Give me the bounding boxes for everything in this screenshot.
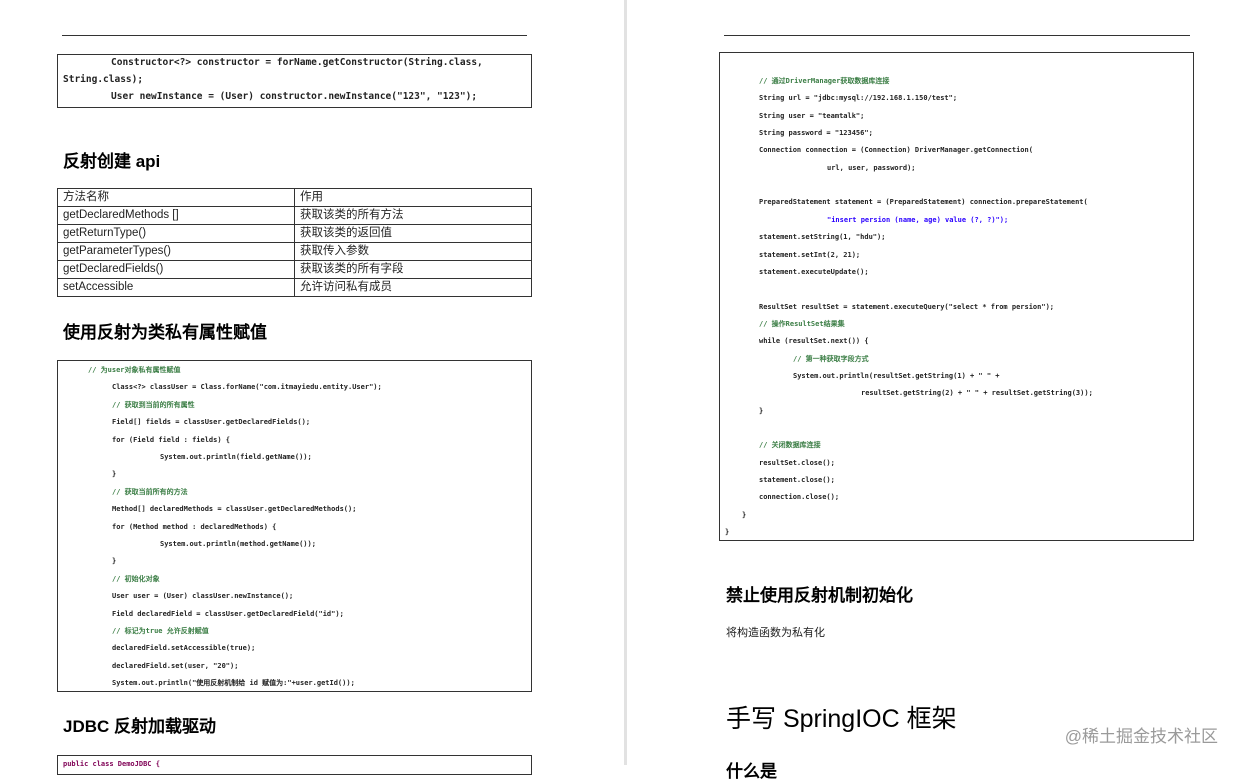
table-cell: 获取该类的所有方法	[294, 206, 532, 225]
code-comment: // 为user对象私有属性赋值	[88, 366, 181, 374]
code-comment: // 获取到当前的所有属性	[112, 400, 195, 409]
code-line: User newInstance = (User) constructor.ne…	[111, 91, 478, 102]
code-line: Connection connection = (Connection) Dri…	[759, 146, 1033, 155]
code-line: statement.setString(1, "hdu");	[759, 233, 886, 242]
code-comment: // 第一种获取字段方式	[793, 354, 869, 363]
watermark: @稀土掘金技术社区	[1064, 727, 1218, 746]
code-line: User user = (User) classUser.newInstance…	[112, 592, 294, 601]
heading-forbid-reflection: 禁止使用反射机制初始化	[726, 586, 913, 605]
code-line: String.class);	[63, 74, 144, 85]
header-rule	[62, 35, 527, 36]
table-cell: setAccessible	[57, 278, 295, 297]
table-header-row: 方法名称 作用	[57, 188, 532, 207]
code-block-constructor: Constructor<?> constructor = forName.get…	[57, 54, 532, 108]
code-line: }	[112, 557, 117, 566]
table-row: getDeclaredMethods [] 获取该类的所有方法	[57, 206, 532, 225]
code-line: Field declaredField = classUser.getDecla…	[112, 609, 344, 618]
table-cell: 获取该类的返回值	[294, 224, 532, 243]
left-page: Constructor<?> constructor = forName.get…	[0, 0, 624, 775]
code-line: "insert persion (name, age) value (?, ?)…	[827, 215, 1009, 224]
heading-what-is: 什么是	[726, 762, 777, 781]
code-line: System.out.println(resultSet.getString(1…	[793, 371, 1000, 380]
code-line: ResultSet resultSet = statement.executeQ…	[759, 302, 1055, 311]
code-line: System.out.println(method.getName());	[160, 540, 316, 548]
table-row: setAccessible 允许访问私有成员	[57, 278, 532, 297]
code-comment: // 初始化对象	[112, 574, 160, 583]
code-line: public class DemoJDBC {	[63, 760, 160, 768]
table-cell: getDeclaredFields()	[57, 260, 295, 279]
code-block-jdbc: public class DemoJDBC {	[57, 755, 532, 775]
code-block-jdbc-continued: // 通过DriverManager获取数据库连接 String url = "j…	[719, 52, 1194, 541]
table-row: getDeclaredFields() 获取该类的所有字段	[57, 260, 532, 279]
forbid-text: 将构造函数为私有化	[726, 627, 825, 639]
api-table: 方法名称 作用 getDeclaredMethods [] 获取该类的所有方法 getR…	[57, 188, 532, 297]
code-comment: // 获取当前所有的方法	[112, 487, 188, 496]
code-line: statement.executeUpdate();	[759, 267, 869, 276]
heading-spring-ioc: 手写 SpringIOC 框架	[726, 705, 957, 733]
code-line: }	[725, 528, 730, 537]
code-line: statement.setInt(2, 21);	[759, 250, 861, 259]
code-comment: // 通过DriverManager获取数据库连接	[759, 77, 890, 85]
code-line: url, user, password);	[827, 163, 916, 172]
code-line: statement.close();	[759, 476, 835, 485]
code-comment: // 操作ResultSet结果集	[759, 319, 845, 328]
code-comment: // 关闭数据库连接	[759, 441, 821, 450]
table-cell: 获取传入参数	[294, 242, 532, 261]
code-line: String url = "jdbc:mysql://192.168.1.150…	[759, 94, 958, 103]
code-line: declaredField.set(user, "20");	[112, 661, 239, 670]
code-line: Method[] declaredMethods = classUser.get…	[112, 505, 357, 514]
code-line: resultSet.getString(2) + " " + resultSet…	[861, 389, 1093, 398]
code-line: Class<?> classUser = Class.forName("com.…	[112, 383, 382, 392]
code-line: for (Field field : fields) {	[112, 435, 231, 444]
heading-reflection-api: 反射创建 api	[63, 152, 161, 171]
table-row: getReturnType() 获取该类的返回值	[57, 224, 532, 243]
table-cell: getParameterTypes()	[57, 242, 295, 261]
code-line: declaredField.setAccessible(true);	[112, 644, 256, 653]
code-line: Field[] fields = classUser.getDeclaredFi…	[112, 418, 311, 427]
code-line: for (Method method : declaredMethods) {	[112, 522, 277, 531]
table-row: getParameterTypes() 获取传入参数	[57, 242, 532, 261]
code-line: String password = "123456";	[759, 129, 873, 138]
code-line: resultSet.close();	[759, 458, 835, 467]
table-cell: getDeclaredMethods []	[57, 206, 295, 225]
code-line: }	[742, 510, 747, 519]
code-line: while (resultSet.next()) {	[759, 337, 869, 346]
code-line: Constructor<?> constructor = forName.get…	[111, 57, 483, 68]
code-line: System.out.println(field.getName());	[160, 453, 312, 461]
code-line: String user = "teamtalk";	[759, 111, 865, 120]
table-cell: 获取该类的所有字段	[294, 260, 532, 279]
heading-jdbc: JDBC 反射加载驱动	[63, 717, 217, 736]
table-cell: 允许访问私有成员	[294, 278, 532, 297]
column-header: 方法名称	[57, 188, 295, 207]
table-cell: getReturnType()	[57, 224, 295, 243]
code-line: }	[112, 470, 117, 479]
code-line: }	[759, 406, 764, 415]
code-line: PreparedStatement statement = (PreparedS…	[759, 198, 1088, 207]
code-line: System.out.println("使用反射机制给 id 赋值为:"+use…	[112, 679, 355, 688]
column-header: 作用	[294, 188, 532, 207]
code-comment: // 标记为true 允许反射赋值	[112, 627, 209, 635]
code-line: connection.close();	[759, 493, 840, 502]
heading-private-fields: 使用反射为类私有属性赋值	[63, 323, 267, 342]
header-rule	[724, 35, 1190, 36]
right-page: // 通过DriverManager获取数据库连接 String url = "j…	[627, 0, 1240, 781]
code-block-private-fields: // 为user对象私有属性赋值 Class<?> classUser = Cla…	[57, 360, 532, 692]
